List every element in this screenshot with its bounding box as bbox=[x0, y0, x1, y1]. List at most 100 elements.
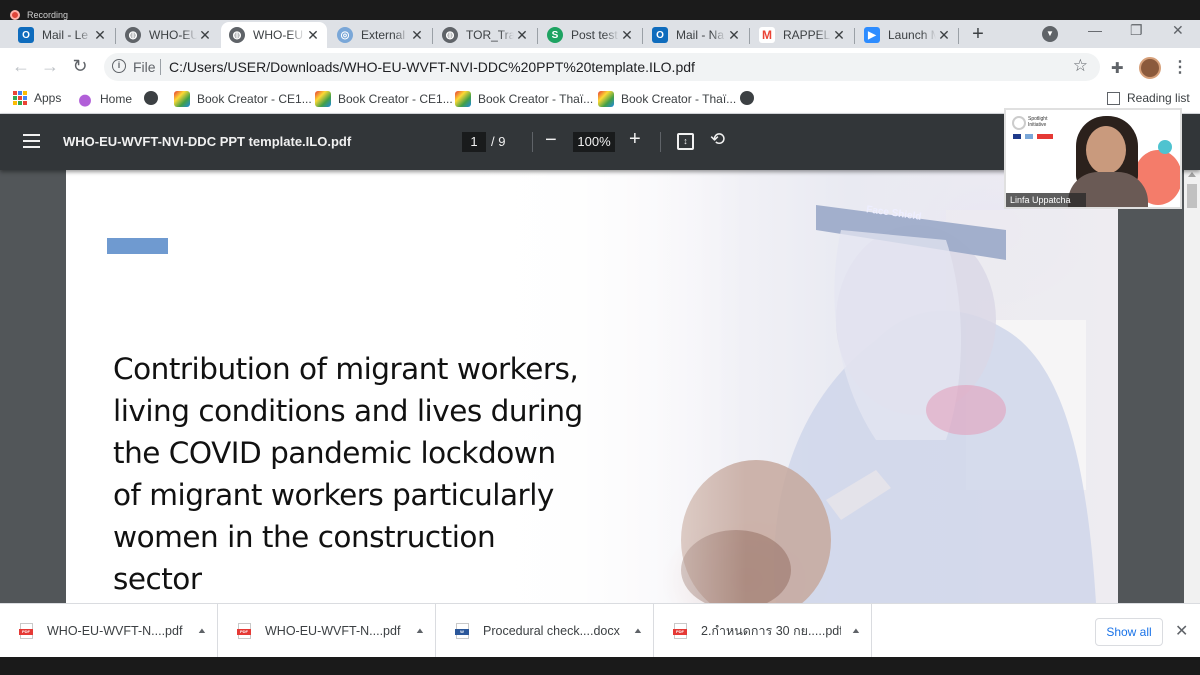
forward-icon[interactable]: → bbox=[39, 56, 61, 77]
rotate-icon[interactable]: ⟲ bbox=[710, 129, 725, 150]
info-icon[interactable]: i bbox=[112, 59, 126, 73]
zoom-out-icon[interactable]: − bbox=[545, 129, 557, 152]
tab-mail-2[interactable]: O Mail - Na ✕ bbox=[644, 22, 748, 48]
zoom-in-icon[interactable]: + bbox=[629, 128, 641, 151]
download-item-4[interactable]: PDF 2.กำหนดการ 30 กย.....pdf ▲ bbox=[654, 604, 872, 658]
window-close-icon[interactable]: ✕ bbox=[1172, 22, 1184, 39]
profile-avatar[interactable] bbox=[1139, 57, 1161, 79]
taskbar bbox=[0, 657, 1200, 675]
bookmark-home[interactable]: Home bbox=[77, 91, 132, 107]
pdf-file-icon: PDF bbox=[673, 623, 687, 639]
spotlight-logo-text: Spotlight Initiative bbox=[1028, 116, 1048, 128]
chevron-up-icon[interactable]: ▲ bbox=[187, 627, 217, 635]
download-item-1[interactable]: PDF WHO-EU-WVFT-N....pdf ▲ bbox=[0, 604, 218, 658]
globe-icon: ◍ bbox=[229, 27, 245, 43]
outlook-icon: O bbox=[652, 27, 668, 43]
tab-strip: O Mail - Le ✕ ◍ WHO-EU ✕ ◍ WHO-EU ✕ ◎ Ex… bbox=[0, 20, 1200, 48]
page-number-input[interactable]: 1 bbox=[462, 132, 486, 152]
zoom-level-input[interactable]: 100% bbox=[573, 132, 615, 152]
participant-face bbox=[1086, 126, 1126, 174]
tab-rappel[interactable]: M RAPPEL / ✕ bbox=[751, 22, 853, 48]
close-icon[interactable]: ✕ bbox=[936, 27, 952, 44]
participant-name: Linfa Uppatcha bbox=[1006, 193, 1086, 207]
bookmark-globe[interactable] bbox=[144, 91, 165, 105]
bookmark-apps[interactable]: Apps bbox=[13, 91, 61, 105]
tab-mail-1[interactable]: O Mail - Le ✕ bbox=[10, 22, 114, 48]
docx-file-icon: W bbox=[455, 623, 469, 639]
close-icon[interactable]: ✕ bbox=[305, 27, 321, 44]
globe-icon bbox=[740, 91, 754, 105]
pdf-page: Face Shield Contribution of migrant work… bbox=[66, 170, 1118, 603]
download-item-3[interactable]: W Procedural check....docx ▲ bbox=[436, 604, 654, 658]
bookmark-globe-2[interactable] bbox=[740, 91, 761, 105]
address-url[interactable]: C:/Users/USER/Downloads/WHO-EU-WVFT-NVI-… bbox=[169, 59, 695, 75]
chevron-up-icon[interactable]: ▲ bbox=[841, 627, 871, 635]
downloads-shelf: PDF WHO-EU-WVFT-N....pdf ▲ PDF WHO-EU-WV… bbox=[0, 603, 1200, 658]
bookmark-book-creator-1[interactable]: Book Creator - CE1... bbox=[174, 91, 312, 107]
bookmark-book-creator-4[interactable]: Book Creator - Thaï... bbox=[598, 91, 736, 107]
book-creator-icon bbox=[598, 91, 614, 107]
book-creator-icon bbox=[455, 91, 471, 107]
close-icon[interactable]: ✕ bbox=[409, 27, 425, 44]
show-all-button[interactable]: Show all bbox=[1095, 618, 1163, 646]
globe-icon: ◍ bbox=[125, 27, 141, 43]
reload-icon[interactable]: ↻ bbox=[69, 56, 91, 77]
tab-external[interactable]: ◎ External ✕ bbox=[329, 22, 431, 48]
home-egg-icon bbox=[77, 91, 93, 107]
back-icon[interactable]: ← bbox=[10, 56, 32, 77]
pdf-file-icon: PDF bbox=[19, 623, 33, 639]
minimize-icon[interactable]: — bbox=[1088, 22, 1102, 38]
tab-tor[interactable]: ◍ TOR_Tran ✕ bbox=[434, 22, 536, 48]
apps-grid-icon bbox=[13, 91, 27, 105]
browser-toolbar: ← → ↻ i File C:/Users/USER/Downloads/WHO… bbox=[0, 48, 1200, 86]
pdf-file-icon: PDF bbox=[237, 623, 251, 639]
vertical-scrollbar[interactable] bbox=[1184, 170, 1200, 603]
slide-title: Contribution of migrant workers, living … bbox=[113, 352, 583, 596]
accent-bar bbox=[107, 238, 168, 254]
chevron-up-icon[interactable]: ▲ bbox=[623, 627, 653, 635]
tab-post-test[interactable]: S Post test ✕ bbox=[539, 22, 641, 48]
menu-kebab-icon[interactable]: ⋮ bbox=[1172, 57, 1188, 77]
outlook-icon: O bbox=[18, 27, 34, 43]
close-icon[interactable]: ✕ bbox=[197, 27, 213, 44]
reading-list-button[interactable]: Reading list bbox=[1107, 91, 1190, 105]
globe-icon: ◍ bbox=[442, 27, 458, 43]
tab-launch-meeting[interactable]: ▶ Launch M ✕ bbox=[856, 22, 958, 48]
globe-icon bbox=[144, 91, 158, 105]
video-call-thumbnail[interactable]: Spotlight Initiative Linfa Uppatcha bbox=[1004, 108, 1182, 209]
fit-to-page-icon[interactable]: ↕ bbox=[677, 133, 694, 150]
bookmark-star-icon[interactable]: ☆ bbox=[1073, 56, 1088, 76]
book-creator-icon bbox=[174, 91, 190, 107]
close-icon[interactable]: ✕ bbox=[619, 27, 635, 44]
chevron-up-icon[interactable]: ▲ bbox=[405, 627, 435, 635]
gmail-icon: M bbox=[759, 27, 775, 43]
book-creator-icon bbox=[315, 91, 331, 107]
screen-recording-bar: Recording bbox=[0, 0, 1200, 20]
close-icon[interactable]: ✕ bbox=[92, 27, 108, 44]
pdf-title: WHO-EU-WVFT-NVI-DDC PPT template.ILO.pdf bbox=[63, 134, 352, 149]
close-icon[interactable]: ✕ bbox=[514, 27, 530, 44]
tab-who-eu-1[interactable]: ◍ WHO-EU ✕ bbox=[117, 22, 219, 48]
extensions-icon[interactable]: ✚ bbox=[1111, 59, 1124, 77]
bookmark-book-creator-2[interactable]: Book Creator - CE1... bbox=[315, 91, 453, 107]
page-total: / 9 bbox=[491, 134, 506, 149]
close-icon[interactable]: ✕ bbox=[831, 27, 847, 44]
restore-icon[interactable]: ❐ bbox=[1130, 22, 1143, 39]
partner-logos bbox=[1013, 134, 1053, 139]
tab-search-icon[interactable]: ▼ bbox=[1042, 26, 1058, 42]
address-bar[interactable]: i File C:/Users/USER/Downloads/WHO-EU-WV… bbox=[104, 53, 1100, 81]
recording-label: Recording bbox=[27, 10, 69, 20]
reading-list-icon bbox=[1107, 91, 1120, 105]
scrollbar-thumb[interactable] bbox=[1187, 184, 1197, 208]
bookmark-book-creator-3[interactable]: Book Creator - Thaï... bbox=[455, 91, 593, 107]
tab-who-eu-active[interactable]: ◍ WHO-EU ✕ bbox=[221, 22, 327, 48]
download-item-2[interactable]: PDF WHO-EU-WVFT-N....pdf ▲ bbox=[218, 604, 436, 658]
close-downloads-icon[interactable]: ✕ bbox=[1175, 621, 1188, 641]
menu-icon[interactable] bbox=[23, 134, 40, 152]
new-tab-button[interactable]: + bbox=[968, 24, 988, 44]
scroll-up-icon[interactable] bbox=[1188, 172, 1196, 177]
decorative-dot bbox=[1158, 140, 1172, 154]
pdf-viewer[interactable]: Face Shield Contribution of migrant work… bbox=[0, 170, 1200, 603]
zoom-icon: ▶ bbox=[864, 27, 880, 43]
close-icon[interactable]: ✕ bbox=[726, 27, 742, 44]
